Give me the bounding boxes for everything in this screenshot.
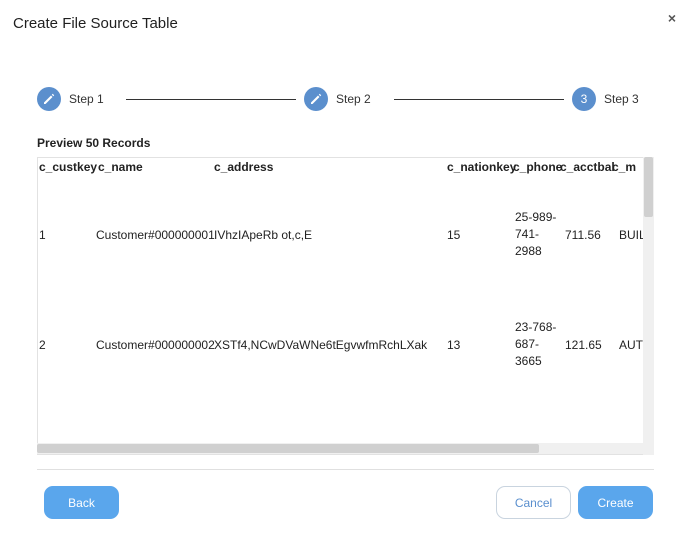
step-1[interactable]: Step 1 [37,86,104,112]
column-header: c_address [214,160,274,174]
cell-name: Customer#000000002 [96,338,215,352]
step-connector [126,99,296,100]
cell-custkey: 2 [39,338,46,352]
cell-address: IVhzIApeRb ot,c,E [214,228,313,242]
cell-custkey: 1 [39,228,46,242]
horizontal-scrollbar[interactable] [37,443,643,454]
cell-phone-line: 23-768- [515,320,557,334]
column-header: c_m [612,160,637,174]
close-icon[interactable]: × [665,11,679,25]
cell-name: Customer#000000001 [96,228,215,242]
cell-mktsegment: BUIL [619,228,644,242]
column-header: c_phone [513,160,563,174]
column-header: c_acctbal [560,160,615,174]
pencil-icon [37,87,61,111]
cancel-button[interactable]: Cancel [496,486,571,519]
cell-acctbal: 121.65 [565,338,602,352]
cell-phone-line: 741- [515,227,540,241]
dialog-title: Create File Source Table [13,15,178,32]
cell-acctbal: 711.56 [565,228,601,242]
cell-mktsegment: AUT [619,338,643,352]
step-number: 3 [572,87,596,111]
step-label: Step 1 [69,92,104,106]
preview-table[interactable]: c_custkey c_name c_address c_nationkey c… [37,157,654,455]
cell-phone-line: 25-989- [515,210,557,224]
footer-divider [37,469,654,470]
horizontal-scroll-thumb[interactable] [37,444,539,453]
pencil-icon [304,87,328,111]
cell-address: XSTf4,NCwDVaWNe6tEgvwfmRchLXak [214,338,428,352]
column-header: c_name [98,160,143,174]
cell-phone-line: 3665 [515,354,542,368]
vertical-scroll-thumb[interactable] [644,157,653,217]
cell-phone-line: 2988 [515,244,542,258]
step-label: Step 2 [336,92,371,106]
step-label: Step 3 [604,92,639,106]
create-button[interactable]: Create [578,486,653,519]
step-connector [394,99,564,100]
step-2[interactable]: Step 2 [304,86,371,112]
cell-nationkey: 15 [447,228,461,242]
vertical-scrollbar[interactable] [643,157,654,455]
preview-title: Preview 50 Records [37,136,151,150]
create-file-source-dialog: Create File Source Table × Step 1 Step 2… [0,0,688,545]
column-header: c_custkey [39,160,98,174]
cell-nationkey: 13 [447,338,461,352]
back-button[interactable]: Back [44,486,119,519]
column-header: c_nationkey [447,160,517,174]
step-3[interactable]: 3 Step 3 [572,86,639,112]
cell-phone-line: 687- [515,337,540,351]
